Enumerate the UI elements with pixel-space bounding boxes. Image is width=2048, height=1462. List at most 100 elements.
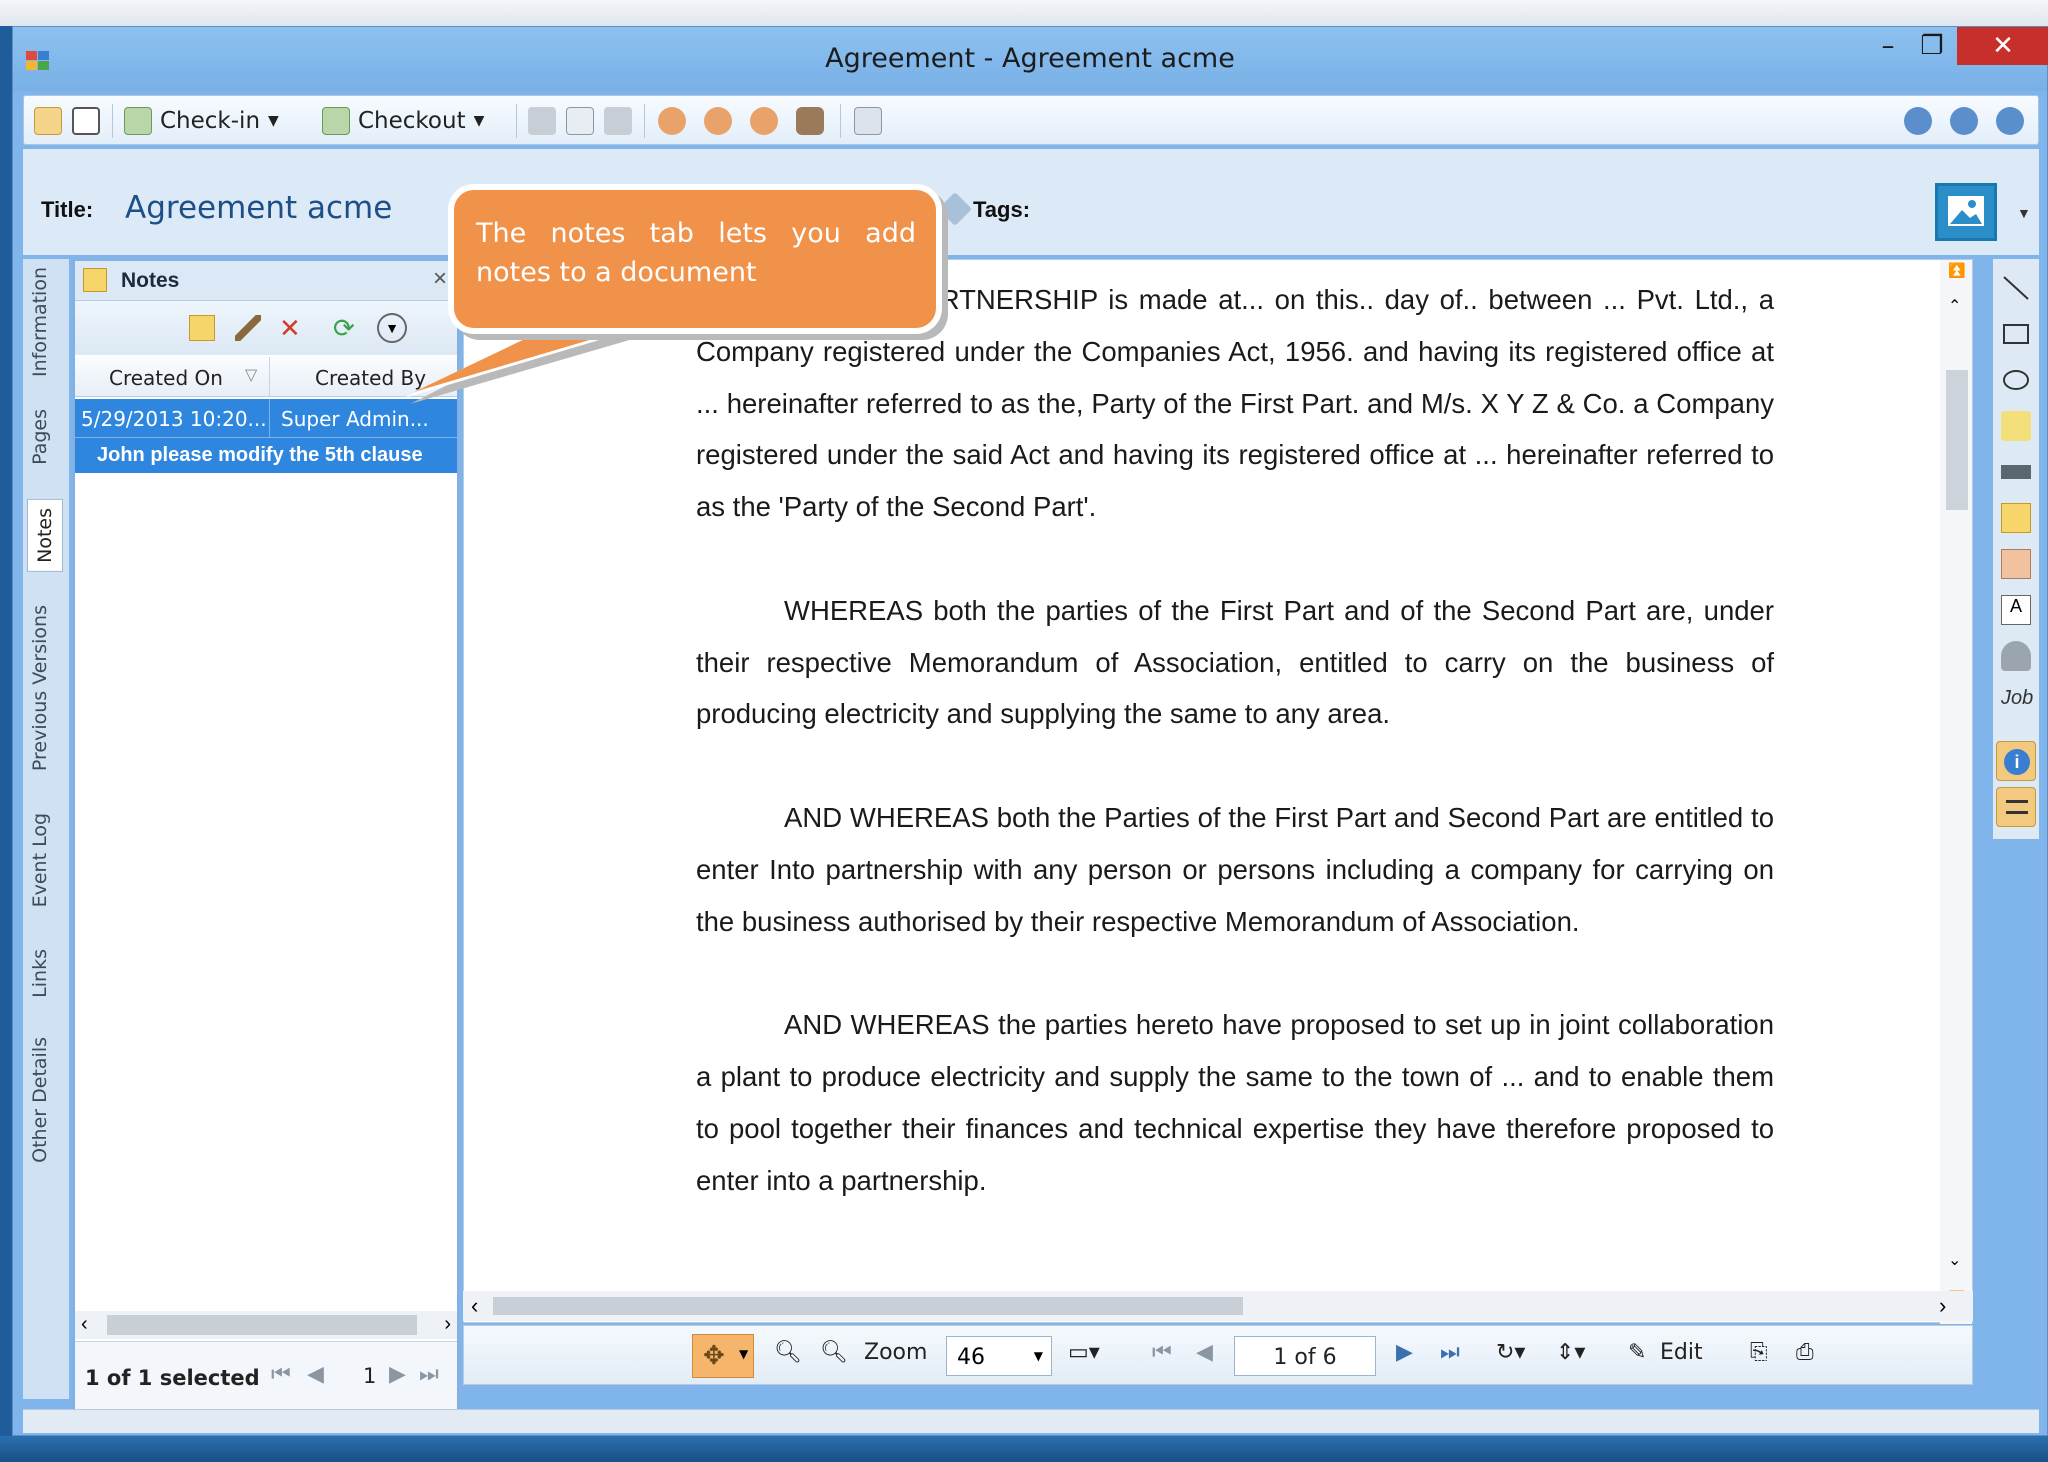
back-button[interactable] — [1904, 105, 1932, 137]
maximize-button[interactable]: ❐ — [1903, 27, 1961, 65]
user-button-4[interactable] — [796, 105, 824, 137]
scroll-up-icon[interactable]: ⌃ — [1948, 296, 1961, 316]
highlighter-icon[interactable] — [2001, 411, 2031, 441]
note-text: John please modify the 5th clause — [97, 444, 423, 466]
cell-created-on: 5/29/2013 10:20... — [81, 407, 265, 431]
status-bar — [23, 1409, 2039, 1433]
forward-button[interactable] — [1950, 105, 1978, 137]
rotate-icon[interactable]: ↻▾ — [1496, 1340, 1525, 1365]
chevron-down-icon: ▼ — [1033, 1349, 1043, 1363]
user-button-1[interactable] — [658, 105, 686, 137]
scroll-left-icon[interactable]: ‹ — [81, 1313, 88, 1336]
user-add-icon — [704, 107, 732, 135]
tab-information[interactable]: Information — [29, 267, 51, 377]
paragraph: AND WHEREAS both the Parties of the Firs… — [696, 801, 1774, 937]
thumbnail-button[interactable] — [1935, 183, 1997, 241]
zoom-value: 46 — [957, 1345, 985, 1370]
title-label: Title: — [41, 197, 94, 222]
notes-horizontal-scrollbar[interactable]: ‹ › — [75, 1311, 457, 1339]
options-dropdown-icon[interactable]: ▼ — [377, 313, 407, 343]
scroll-thumb[interactable] — [107, 1315, 417, 1335]
stamp-icon[interactable] — [2001, 641, 2031, 671]
pencil-icon[interactable]: ✎ — [1628, 1340, 1646, 1365]
checkin-button[interactable]: Check-in ▼ — [124, 105, 279, 137]
column-created-on[interactable]: Created On — [109, 366, 223, 390]
delete-note-icon[interactable]: ✕ — [279, 315, 305, 341]
last-page-icon[interactable]: ⏭ — [1440, 1340, 1460, 1365]
info-icon: i — [2004, 749, 2030, 775]
scroll-right-icon[interactable]: › — [1939, 1293, 1946, 1319]
page-indicator[interactable]: 1 of 6 — [1234, 1336, 1376, 1376]
print-button[interactable] — [528, 105, 556, 137]
zoom-select[interactable]: 46 ▼ — [946, 1336, 1052, 1376]
chevron-down-icon[interactable]: ▼ — [2017, 205, 2031, 221]
rectangle-icon[interactable] — [2001, 319, 2031, 349]
flip-icon[interactable]: ⇕▾ — [1556, 1340, 1585, 1365]
checkin-icon — [124, 107, 152, 135]
help-icon — [1996, 107, 2024, 135]
edit-note-icon[interactable] — [235, 315, 261, 341]
tab-notes[interactable]: Notes — [27, 499, 63, 572]
app-window: Agreement - Agreement acme – ❐ ✕ Check-i… — [12, 26, 2048, 1436]
edit-button[interactable]: Edit — [1660, 1340, 1703, 1365]
column-created-by[interactable]: Created By — [315, 366, 426, 390]
cell-created-by: Super Admin... — [281, 407, 429, 431]
table-row[interactable]: 5/29/2013 10:20... Super Admin... — [75, 399, 457, 437]
email-button[interactable] — [566, 105, 594, 137]
line-icon[interactable] — [2001, 273, 2031, 303]
tab-other-details[interactable]: Other Details — [29, 1037, 51, 1163]
export-button[interactable] — [854, 105, 882, 137]
text-annotation-icon[interactable]: A — [2001, 595, 2031, 625]
close-doc-button[interactable] — [72, 105, 100, 137]
scroll-left-icon[interactable]: ‹ — [471, 1293, 478, 1319]
copy-icon[interactable]: ⎘ — [1750, 1340, 1768, 1365]
scroll-top-icon[interactable]: ⏫ — [1948, 262, 1965, 279]
add-note-icon[interactable] — [189, 315, 215, 341]
tab-previous-versions[interactable]: Previous Versions — [29, 605, 51, 771]
notes-close-button[interactable]: × — [433, 265, 447, 293]
scroll-thumb[interactable] — [493, 1297, 1243, 1315]
next-page-icon[interactable]: ▶ — [1396, 1340, 1413, 1365]
workflow-icon — [796, 107, 824, 135]
zoom-out-icon[interactable]: 🔍︎ — [820, 1340, 848, 1365]
pan-tool-button[interactable]: ✥ ▼ — [692, 1334, 754, 1378]
scroll-right-icon[interactable]: › — [444, 1313, 451, 1336]
fax-button[interactable] — [604, 105, 632, 137]
scroll-thumb[interactable] — [1946, 370, 1968, 510]
last-page-icon[interactable]: ⏭ — [419, 1362, 439, 1387]
user-button-3[interactable] — [750, 105, 778, 137]
checkout-button[interactable]: Checkout ▼ — [322, 105, 484, 137]
tab-pages[interactable]: Pages — [29, 409, 51, 465]
viewer-horizontal-scrollbar[interactable]: ‹ › — [463, 1291, 1973, 1321]
first-page-icon[interactable]: ⏮ — [271, 1362, 291, 1387]
checkin-label: Check-in — [160, 108, 261, 134]
previous-page-icon[interactable]: ◀ — [307, 1362, 324, 1387]
text-stamp-icon[interactable] — [2001, 549, 2031, 579]
signature-icon[interactable]: Job — [2001, 687, 2033, 717]
document-title[interactable]: Agreement acme — [125, 190, 392, 226]
move-icon: ✥ — [703, 1341, 725, 1371]
info-button[interactable]: i — [1996, 741, 2036, 781]
tab-links[interactable]: Links — [29, 949, 51, 998]
first-page-icon[interactable]: ⏮ — [1152, 1340, 1172, 1365]
ellipse-icon[interactable] — [2001, 365, 2031, 395]
vertical-scrollbar[interactable]: ⏫ ⌃ ⌄ ⏬ — [1940, 260, 1972, 1324]
user-button-2[interactable] — [704, 105, 732, 137]
fit-width-icon[interactable]: ▭▾ — [1068, 1340, 1100, 1365]
notes-toggle-button[interactable] — [1996, 787, 2036, 827]
document-header: Title: Agreement acme Tags: ▼ — [23, 149, 2039, 255]
close-button[interactable]: ✕ — [1957, 27, 2048, 65]
tab-event-log[interactable]: Event Log — [29, 813, 51, 907]
sticky-note-icon[interactable] — [2001, 503, 2031, 533]
refresh-icon[interactable]: ⟳ — [333, 315, 359, 341]
previous-page-icon[interactable]: ◀ — [1196, 1340, 1213, 1365]
scroll-down-icon[interactable]: ⌄ — [1948, 1250, 1961, 1270]
next-page-icon[interactable]: ▶ — [389, 1362, 406, 1387]
filter-icon[interactable]: ▽ — [245, 365, 257, 384]
print-icon[interactable]: ⎙ — [1796, 1340, 1814, 1365]
help-button[interactable] — [1996, 105, 2024, 137]
redaction-icon[interactable] — [2001, 465, 2031, 479]
note-text-row[interactable]: John please modify the 5th clause — [75, 437, 457, 473]
save-button[interactable] — [34, 105, 62, 137]
zoom-in-icon[interactable]: 🔍︎ — [774, 1340, 802, 1365]
